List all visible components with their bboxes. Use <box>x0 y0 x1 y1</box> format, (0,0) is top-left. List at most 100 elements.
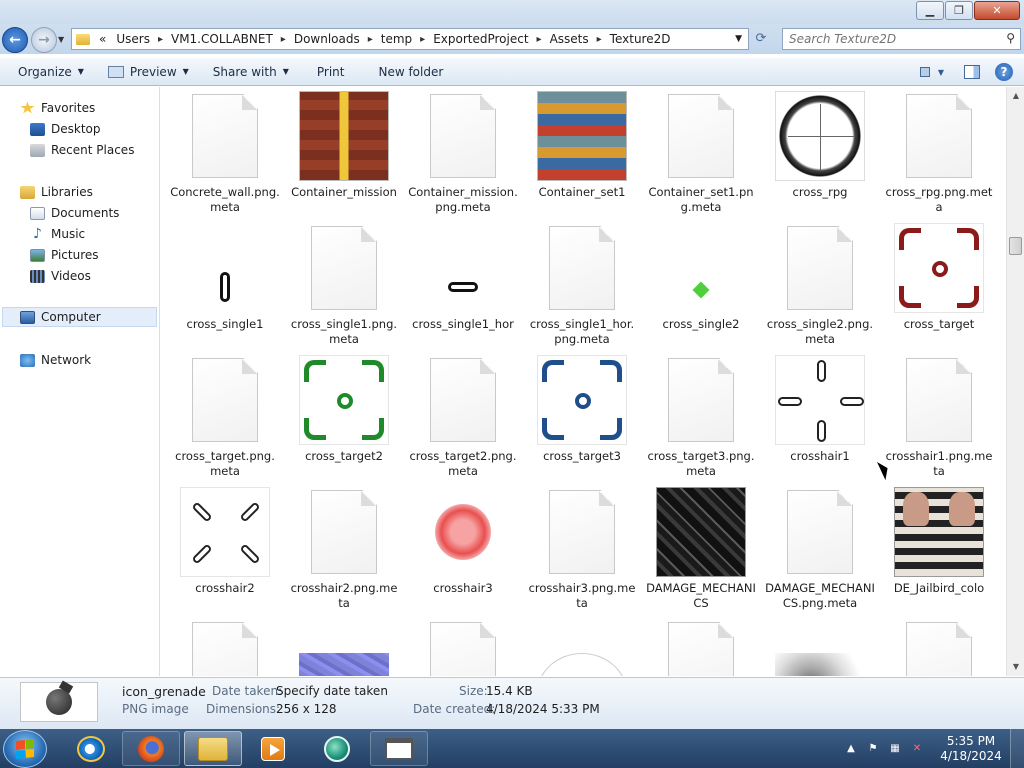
new-folder-button[interactable]: New folder <box>370 60 451 84</box>
file-item[interactable]: cross_target.png.meta <box>170 355 280 483</box>
nav-libraries[interactable]: Libraries <box>20 182 93 202</box>
file-item[interactable] <box>646 619 756 676</box>
file-item[interactable]: cross_single1_hor.png.meta <box>527 223 637 351</box>
breadcrumb-texture2d[interactable]: Texture2D <box>605 32 676 46</box>
file-item[interactable]: Container_mission <box>289 91 399 219</box>
file-item[interactable] <box>884 619 994 676</box>
taskbar-wireshark[interactable] <box>308 731 366 766</box>
back-button[interactable]: ← <box>2 27 28 53</box>
refresh-button[interactable]: ⟳ <box>752 31 770 47</box>
file-item[interactable]: crosshair3 <box>408 487 518 615</box>
nav-network[interactable]: Network <box>20 350 91 370</box>
action-center-flag-icon[interactable]: ⚑ <box>866 742 880 756</box>
file-item[interactable] <box>765 619 875 676</box>
preview-button[interactable]: Preview ▼ <box>100 60 197 84</box>
nav-label: Recent Places <box>51 143 135 157</box>
breadcrumb-overflow[interactable]: « <box>94 32 111 46</box>
file-item[interactable]: cross_rpg <box>765 91 875 219</box>
file-item[interactable]: Container_set1.png.meta <box>646 91 756 219</box>
minimize-button[interactable]: ▁ <box>916 1 944 20</box>
chevron-right-icon[interactable]: ▸ <box>155 34 166 45</box>
file-item[interactable]: Concrete_wall.png.meta <box>170 91 280 219</box>
search-input[interactable] <box>789 32 999 46</box>
search-icon[interactable]: ⚲ <box>1006 31 1015 45</box>
nav-pictures[interactable]: Pictures <box>30 245 99 265</box>
chevron-right-icon[interactable]: ▸ <box>594 34 605 45</box>
command-bar: Organize ▼ Preview ▼ Share with ▼ Print New… <box>0 58 1024 86</box>
help-button[interactable]: ? <box>992 61 1016 83</box>
network-tray-icon[interactable]: ▦ <box>888 742 902 756</box>
file-item[interactable]: cross_target2 <box>289 355 399 483</box>
change-view-button[interactable]: ▼ <box>920 61 944 83</box>
nav-documents[interactable]: Documents <box>30 203 119 223</box>
file-item[interactable]: Container_set1 <box>527 91 637 219</box>
breadcrumb-users[interactable]: Users <box>111 32 155 46</box>
file-item[interactable]: Container_mission.png.meta <box>408 91 518 219</box>
system-clock[interactable]: 5:35 PM 4/18/2024 <box>932 734 1010 764</box>
file-item[interactable]: cross_single1.png.meta <box>289 223 399 351</box>
breadcrumb-downloads[interactable]: Downloads <box>289 32 365 46</box>
file-item[interactable]: cross_single1 <box>170 223 280 351</box>
details-date-taken-value[interactable]: Specify date taken <box>276 684 388 698</box>
file-item[interactable]: cross_single2 <box>646 223 756 351</box>
search-box[interactable]: ⚲ <box>782 28 1021 50</box>
chevron-right-icon[interactable]: ▸ <box>534 34 545 45</box>
taskbar-internet-explorer[interactable] <box>62 731 120 766</box>
nav-videos[interactable]: Videos <box>30 266 91 286</box>
chevron-right-icon[interactable]: ▸ <box>417 34 428 45</box>
chevron-right-icon[interactable]: ▸ <box>278 34 289 45</box>
vertical-scrollbar[interactable]: ▲ ▼ <box>1006 87 1024 676</box>
scroll-up-icon[interactable]: ▲ <box>1010 89 1022 103</box>
file-item[interactable] <box>170 619 280 676</box>
file-item[interactable]: cross_target2.png.meta <box>408 355 518 483</box>
recent-pages-dropdown[interactable]: ▼ <box>58 35 64 44</box>
nav-computer[interactable]: Computer <box>2 307 157 327</box>
file-item[interactable] <box>408 619 518 676</box>
file-item[interactable]: cross_single1_hor <box>408 223 518 351</box>
file-item[interactable] <box>289 619 399 676</box>
file-item[interactable]: crosshair2.png.meta <box>289 487 399 615</box>
taskbar-media-player[interactable] <box>244 731 302 766</box>
nav-music[interactable]: ♪ Music <box>30 224 85 244</box>
start-button[interactable] <box>3 730 47 768</box>
file-item[interactable]: cross_rpg.png.meta <box>884 91 994 219</box>
address-bar[interactable]: « Users ▸ VM1.COLLABNET ▸ Downloads ▸ te… <box>71 28 749 50</box>
file-item[interactable]: cross_target3.png.meta <box>646 355 756 483</box>
scroll-down-icon[interactable]: ▼ <box>1010 660 1022 674</box>
file-item[interactable]: crosshair1.png.meta <box>884 355 994 483</box>
breadcrumb-exportedproject[interactable]: ExportedProject <box>428 32 533 46</box>
file-item[interactable]: DAMAGE_MECHANICS <box>646 487 756 615</box>
nav-recent-places[interactable]: Recent Places <box>30 140 134 160</box>
nav-desktop[interactable]: Desktop <box>30 119 101 139</box>
share-with-button[interactable]: Share with ▼ <box>205 60 297 84</box>
file-item[interactable]: DAMAGE_MECHANICS.png.meta <box>765 487 875 615</box>
print-button[interactable]: Print <box>309 60 353 84</box>
show-hidden-icons-icon[interactable]: ▲ <box>844 742 858 756</box>
file-item[interactable]: DE_Jailbird_colo <box>884 487 994 615</box>
file-item[interactable]: crosshair2 <box>170 487 280 615</box>
file-item[interactable]: cross_target <box>884 223 994 351</box>
taskbar-window-app[interactable] <box>370 731 428 766</box>
taskbar-firefox[interactable] <box>122 731 180 766</box>
scrollbar-thumb[interactable] <box>1009 237 1022 255</box>
close-button[interactable]: ✕ <box>974 1 1020 20</box>
file-name: cross_single2 <box>662 317 740 331</box>
breadcrumb-temp[interactable]: temp <box>376 32 417 46</box>
file-item[interactable]: cross_single2.png.meta <box>765 223 875 351</box>
forward-button[interactable]: → <box>31 27 57 53</box>
file-item[interactable]: crosshair1 <box>765 355 875 483</box>
nav-favorites[interactable]: Favorites <box>20 98 95 118</box>
breadcrumb-user[interactable]: VM1.COLLABNET <box>166 32 278 46</box>
breadcrumb-assets[interactable]: Assets <box>545 32 594 46</box>
taskbar-windows-explorer[interactable] <box>184 731 242 766</box>
organize-button[interactable]: Organize ▼ <box>10 60 92 84</box>
address-dropdown-icon[interactable]: ▼ <box>735 34 742 44</box>
file-item[interactable]: crosshair3.png.meta <box>527 487 637 615</box>
preview-pane-button[interactable] <box>960 61 984 83</box>
file-item[interactable]: cross_target3 <box>527 355 637 483</box>
chevron-right-icon[interactable]: ▸ <box>365 34 376 45</box>
file-item[interactable] <box>527 619 637 676</box>
volume-muted-icon[interactable]: ✕ <box>910 742 924 756</box>
show-desktop-button[interactable] <box>1010 729 1024 768</box>
maximize-button[interactable]: ❐ <box>945 1 973 20</box>
